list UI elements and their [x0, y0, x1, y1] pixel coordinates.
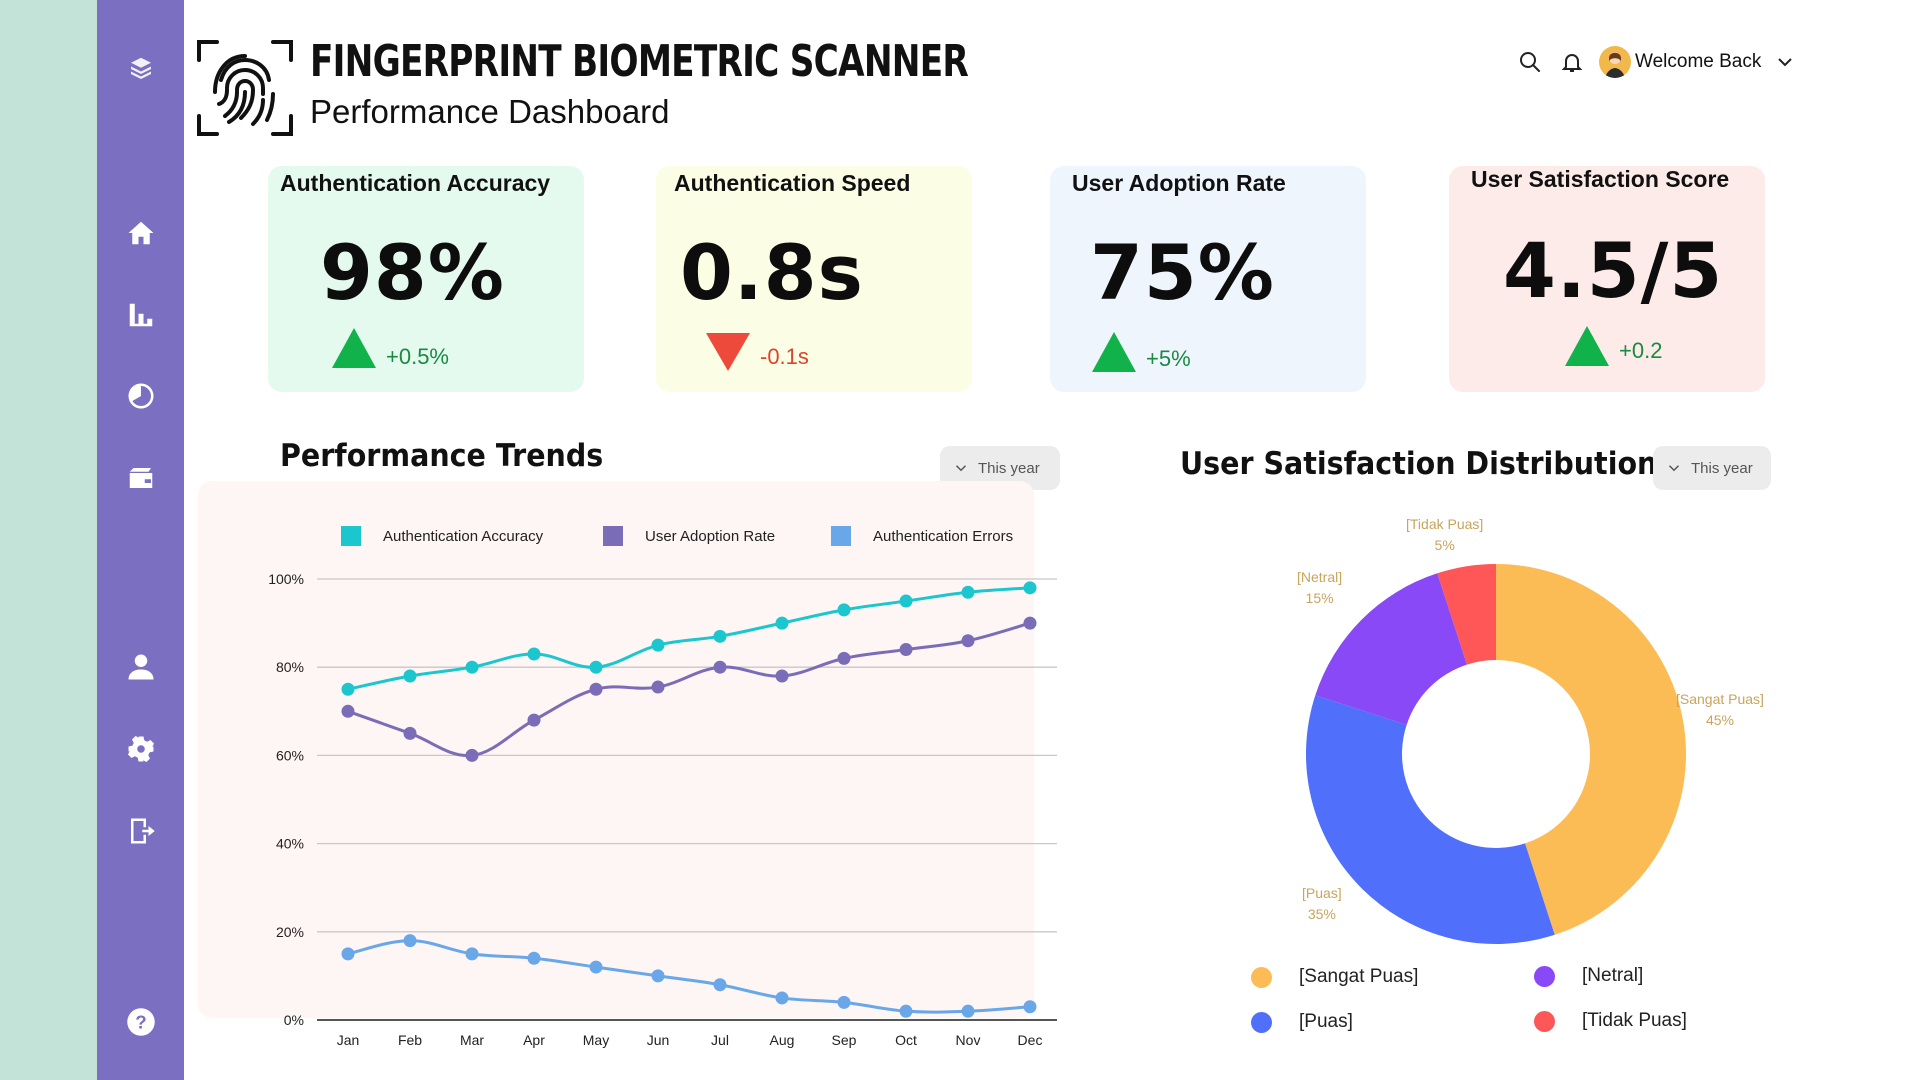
slice-label-value: 35%: [1307, 906, 1336, 922]
slice-label-puas: [Puas] 35%: [1302, 883, 1342, 925]
slice-label-text: [Tidak Puas]: [1406, 516, 1484, 532]
slice-label-value: 5%: [1434, 537, 1455, 553]
slice-label-text: [Puas]: [1302, 885, 1342, 901]
pie-legend-netral: [Netral]: [1534, 965, 1643, 987]
slice-label-netral: [Netral] 15%: [1297, 567, 1342, 609]
legend-label: [Puas]: [1299, 1011, 1353, 1032]
slice-label-text: [Sangat Puas]: [1676, 691, 1764, 707]
slice-label-tidak-puas: [Tidak Puas] 5%: [1406, 514, 1483, 556]
slice-label-value: 15%: [1305, 590, 1334, 606]
donut-slice[interactable]: [1306, 695, 1555, 945]
slice-label-value: 45%: [1705, 712, 1734, 728]
pie-legend-puas: [Puas]: [1251, 1011, 1353, 1033]
legend-label: [Netral]: [1582, 965, 1644, 986]
slice-label-text: [Netral]: [1297, 569, 1343, 585]
legend-dot: [1534, 965, 1555, 987]
pie-legend-sangat-puas: [Sangat Puas]: [1251, 966, 1418, 988]
slice-label-sangat-puas: [Sangat Puas] 45%: [1676, 689, 1764, 731]
dashboard-page: ? FINGERPRINT BIOMETRIC SCANNER Performa…: [0, 0, 1920, 1080]
legend-dot: [1251, 1011, 1272, 1033]
pie-legend-tidak-puas: [Tidak Puas]: [1534, 1010, 1687, 1032]
legend-label: [Tidak Puas]: [1582, 1010, 1687, 1031]
legend-dot: [1251, 966, 1272, 988]
legend-dot: [1534, 1010, 1555, 1032]
legend-label: [Sangat Puas]: [1299, 966, 1419, 987]
satisfaction-donut-chart: [1306, 564, 1687, 945]
